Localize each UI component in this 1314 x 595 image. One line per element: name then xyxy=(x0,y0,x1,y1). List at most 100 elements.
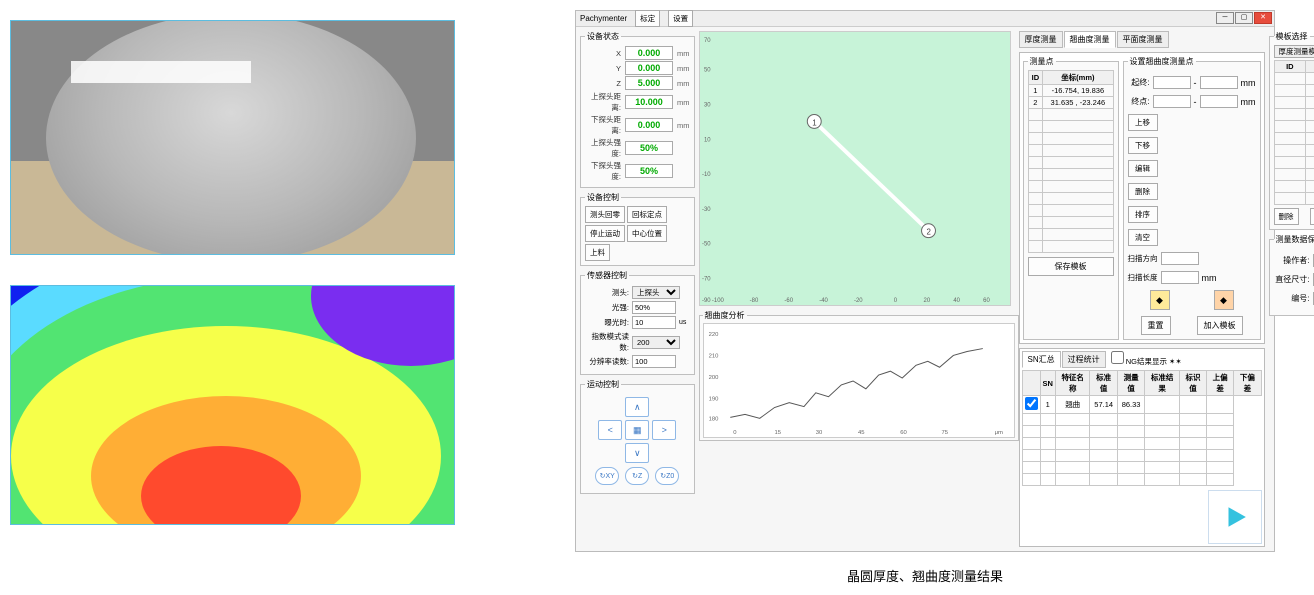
max-button[interactable]: ▢ xyxy=(1235,12,1253,24)
setpt-btn[interactable]: 编辑 xyxy=(1128,160,1158,177)
tab-flatness[interactable]: 平面度测量 xyxy=(1117,31,1169,48)
arrow-down[interactable]: ∨ xyxy=(625,443,649,463)
start-y-input[interactable] xyxy=(1200,76,1238,89)
play-button[interactable] xyxy=(1208,490,1262,544)
arrow-right[interactable]: > xyxy=(652,420,676,440)
device-btn[interactable]: 上料 xyxy=(585,244,610,261)
device-control-panel: 设备控制 测头回零回标定点停止运动中心位置上料 xyxy=(580,192,695,266)
sensor-select[interactable]: 上探头 xyxy=(632,286,680,299)
points-panel: 测量点 ID坐标(mm) 1-16.754, 19.836 231.635 , … xyxy=(1023,56,1119,340)
arrow-up[interactable]: ∧ xyxy=(625,397,649,417)
svg-text:45: 45 xyxy=(858,430,865,436)
model-edit[interactable]: 修改 xyxy=(1310,208,1314,225)
row-check[interactable] xyxy=(1025,397,1038,410)
load-template-button[interactable]: 加入模板 xyxy=(1197,316,1243,335)
svg-text:-60: -60 xyxy=(784,298,793,304)
heatmap-image xyxy=(10,285,455,525)
svg-text:-100: -100 xyxy=(711,298,724,304)
scan-len-input[interactable] xyxy=(1161,271,1199,284)
model-panel: 模板选择 厚度测量模板 IDName 删除 修改 加载 xyxy=(1269,31,1314,230)
svg-text:-40: -40 xyxy=(819,298,828,304)
svg-text:15: 15 xyxy=(774,430,781,436)
model-delete[interactable]: 删除 xyxy=(1274,208,1299,225)
results-panel: SN汇总 过程统计 NG结果显示 ✶✶ SN特征名称标准值测量值标准结果标识值上… xyxy=(1019,348,1265,547)
start-x-input[interactable] xyxy=(1153,76,1191,89)
motion-z0[interactable]: ↻ Z0 xyxy=(655,467,679,485)
ng-checkbox-label[interactable]: NG结果显示 ✶✶ xyxy=(1111,351,1182,368)
table-row: 1-16.754, 19.836 xyxy=(1028,85,1113,97)
status-value: 0.000 xyxy=(625,61,673,75)
setpt-btn[interactable]: 删除 xyxy=(1128,183,1158,200)
wafer-photo xyxy=(10,20,455,255)
figure-caption: 晶圆厚度、翘曲度测量结果 xyxy=(575,566,1275,585)
device-btn[interactable]: 测头回零 xyxy=(585,206,625,223)
device-btn[interactable]: 中心位置 xyxy=(627,225,667,242)
home-btn[interactable]: ▦ xyxy=(625,420,649,440)
arrow-left[interactable]: < xyxy=(598,420,622,440)
setpt-btn[interactable]: 清空 xyxy=(1128,229,1158,246)
table-row: 1 翘曲 57.14 86.33 xyxy=(1022,396,1261,414)
tab-sn-summary[interactable]: SN汇总 xyxy=(1022,351,1061,368)
setpt-btn[interactable]: 上移 xyxy=(1128,114,1158,131)
reset-button[interactable]: 重置 xyxy=(1141,316,1171,335)
profile-plot: 220210200 190180 01530 456075 μm xyxy=(703,323,1015,438)
svg-text:-20: -20 xyxy=(853,298,862,304)
data-save-legend: 测量数据保存 xyxy=(1274,234,1314,245)
svg-text:-90: -90 xyxy=(701,298,710,304)
points-table: ID坐标(mm) 1-16.754, 19.836 231.635 , -23.… xyxy=(1028,70,1114,253)
svg-text:50: 50 xyxy=(703,68,710,74)
svg-text:1: 1 xyxy=(812,118,817,127)
status-panel: 设备状态 X 0.000 mmY 0.000 mmZ 5.000 mm上探头距离… xyxy=(580,31,695,188)
svg-text:180: 180 xyxy=(708,416,719,422)
sensor-input[interactable] xyxy=(632,355,676,368)
svg-text:60: 60 xyxy=(900,430,907,436)
sensor-input[interactable] xyxy=(632,301,676,314)
motion-xy[interactable]: ↻ XY xyxy=(595,467,619,485)
end-y-input[interactable] xyxy=(1200,95,1238,108)
sensor-input[interactable] xyxy=(632,316,676,329)
device-btn[interactable]: 回标定点 xyxy=(627,206,667,223)
sensor-select[interactable]: 200 xyxy=(632,336,680,349)
min-button[interactable]: ─ xyxy=(1216,12,1234,24)
tab-warp[interactable]: 翘曲度测量 xyxy=(1064,31,1116,48)
status-value: 0.000 xyxy=(625,46,673,60)
motion-z[interactable]: ↻ Z xyxy=(625,467,649,485)
scan-dir-input[interactable] xyxy=(1161,252,1199,265)
model-select[interactable]: 厚度测量模板 xyxy=(1274,45,1314,58)
data-save-panel: 测量数据保存 操作者: 直径尺寸: mm 编号: xyxy=(1269,234,1314,316)
menu-calibrate[interactable]: 标定 xyxy=(635,10,660,27)
setpt-btn[interactable]: 排序 xyxy=(1128,206,1158,223)
svg-text:-80: -80 xyxy=(749,298,758,304)
mark-a-button[interactable]: ◆ xyxy=(1150,290,1170,310)
svg-text:200: 200 xyxy=(708,375,719,381)
status-value: 5.000 xyxy=(625,76,673,90)
svg-text:40: 40 xyxy=(953,298,960,304)
table-row: 231.635 , -23.246 xyxy=(1028,97,1113,109)
tab-process-stat[interactable]: 过程统计 xyxy=(1062,351,1106,368)
sensor-panel: 传感器控制 测头:上探头光强:曝光时:us指数模式读数:200分辨率读数: xyxy=(580,270,695,375)
status-value: 10.000 xyxy=(625,95,673,109)
motion-legend: 运动控制 xyxy=(585,379,621,390)
close-button[interactable]: ✕ xyxy=(1254,12,1272,24)
pachymenter-window: Pachymenter 标定 设置 ─ ▢ ✕ 设备状态 X 0.000 mmY… xyxy=(575,10,1275,552)
svg-text:30: 30 xyxy=(703,103,710,109)
svg-text:-30: -30 xyxy=(701,207,710,213)
end-x-input[interactable] xyxy=(1153,95,1191,108)
mark-b-button[interactable]: ◆ xyxy=(1214,290,1234,310)
status-value: 50% xyxy=(625,141,673,155)
ng-checkbox[interactable] xyxy=(1111,351,1124,364)
app-title: Pachymenter xyxy=(580,14,627,23)
svg-text:70: 70 xyxy=(703,38,710,44)
menu-settings[interactable]: 设置 xyxy=(668,10,693,27)
svg-text:-50: -50 xyxy=(701,242,710,248)
svg-text:μm: μm xyxy=(994,430,1002,436)
status-legend: 设备状态 xyxy=(585,31,621,42)
svg-text:2: 2 xyxy=(926,228,931,237)
setpt-btn[interactable]: 下移 xyxy=(1128,137,1158,154)
device-btn[interactable]: 停止运动 xyxy=(585,225,625,242)
save-template-button[interactable]: 保存模板 xyxy=(1028,257,1114,276)
xy-scan-plot: 1 2 705030 10-10-30 -50-70-90 -100-80-60… xyxy=(699,31,1011,306)
tab-thickness[interactable]: 厚度测量 xyxy=(1019,31,1063,48)
device-ctrl-legend: 设备控制 xyxy=(585,192,621,203)
motion-panel: 运动控制 ∧ < ▦ > ∨ ↻ XY ↻ Z ↻ Z0 xyxy=(580,379,695,494)
